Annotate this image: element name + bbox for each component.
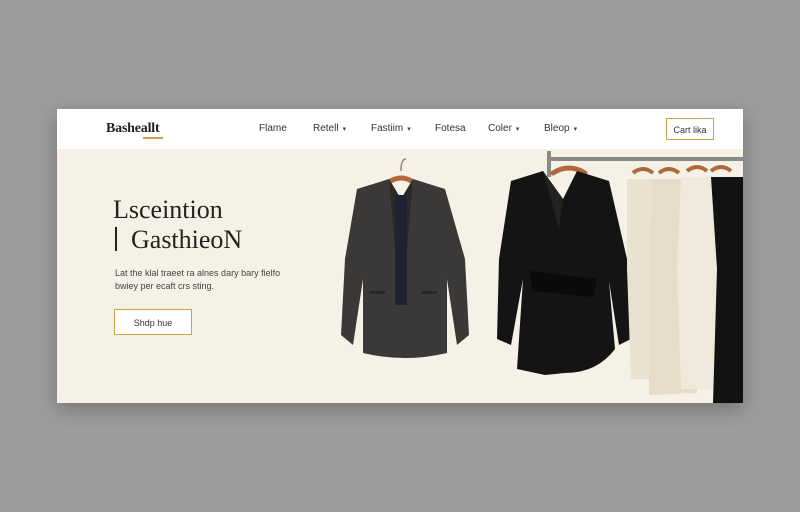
nav-item-fotesa[interactable]: Fotesa [435,123,466,134]
nav-item-retell[interactable]: Retell ▾ [313,123,346,134]
hero-title-line1: Lsceintion [113,195,223,224]
nav-item-coler[interactable]: Coler ▾ [488,123,519,134]
rack-rail [547,157,743,161]
logo-underline [143,137,163,139]
nav-item-label: Retell [313,123,339,134]
black-wrap-jacket [497,171,631,375]
clothing-rack-image [341,151,743,403]
nav-item-label: Bleop [544,123,570,134]
main-nav: Flame Retell ▾ Fastiim ▾ Fotesa Coler ▾ Ble… [57,123,743,137]
hero-title-line2-text: GasthieoN [131,225,243,254]
nav-item-label: Fastiim [371,123,404,134]
grey-jacket [341,179,469,358]
chevron-down-icon: ▾ [407,126,411,133]
nav-item-flame[interactable]: Flame [259,123,287,134]
chevron-down-icon: ▾ [515,126,520,133]
shop-now-button[interactable]: Shdp hue [114,309,192,335]
cart-button[interactable]: Cart lika [666,118,714,140]
nav-item-label: Fotesa [435,123,466,134]
website-mockup: Basheallt Flame Retell ▾ Fastiim ▾ Fotesa … [57,109,743,403]
hero-title-line2: GasthieoN [115,225,242,255]
hero-description: Lat the klal traeet ra alnes dary bary f… [115,268,281,291]
top-navbar: Basheallt Flame Retell ▾ Fastiim ▾ Fotesa … [57,109,743,149]
title-accent-bar [115,227,117,251]
nav-item-label: Flame [259,123,287,134]
chevron-down-icon: ▾ [342,126,347,133]
rack-post [547,151,551,177]
nav-item-fastiim[interactable]: Fastiim ▾ [371,123,411,134]
nav-item-label: Coler [488,123,512,134]
chevron-down-icon: ▾ [573,126,578,133]
nav-item-bleop[interactable]: Bleop ▾ [544,123,577,134]
